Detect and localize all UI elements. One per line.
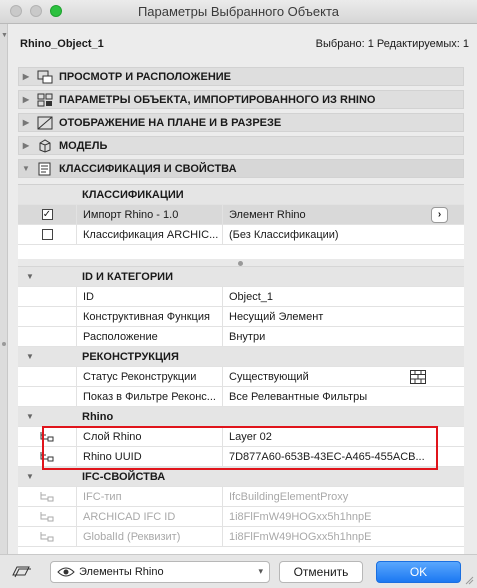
brick-wall-icon: [410, 370, 426, 384]
section-plan-section[interactable]: ▶ ОТОБРАЖЕНИЕ НА ПЛАНЕ И В РАЗРЕЗЕ: [18, 113, 464, 132]
expand-arrow-icon[interactable]: ▶: [19, 141, 33, 150]
property-value[interactable]: Существующий: [222, 367, 464, 386]
property-value[interactable]: Внутри: [222, 327, 464, 346]
property-row[interactable]: Расположение Внутри: [18, 327, 464, 347]
section-label: КЛАССИФИКАЦИЯ И СВОЙСТВА: [59, 162, 237, 175]
section-object-params[interactable]: ▶ ПАРАМЕТРЫ ОБЪЕКТА, ИМПОРТИРОВАННОГО ИЗ…: [18, 90, 464, 109]
ok-button[interactable]: OK: [376, 561, 461, 583]
group-title: ID И КАТЕГОРИИ: [82, 270, 173, 283]
expand-arrow-icon[interactable]: ▶: [19, 118, 33, 127]
property-name: Показ в Фильтре Реконс...: [76, 387, 222, 406]
section-classification[interactable]: ▼ КЛАССИФИКАЦИЯ И СВОЙСТВА: [18, 159, 464, 178]
linked-property-icon: [40, 491, 54, 501]
property-value[interactable]: Несущий Элемент: [222, 307, 464, 326]
object-params-icon: [37, 93, 53, 106]
section-label: ПРОСМОТР И РАСПОЛОЖЕНИЕ: [59, 70, 232, 83]
property-name: Конструктивная Функция: [76, 307, 222, 326]
cancel-button[interactable]: Отменить: [279, 561, 363, 583]
property-value[interactable]: Все Релевантные Фильтры: [222, 387, 464, 406]
property-value: 1i8FlFmW49HOGxx5h1hnpE: [222, 527, 464, 546]
property-group-header[interactable]: ▼ ID И КАТЕГОРИИ: [18, 267, 464, 287]
side-collapse-strip[interactable]: ▼: [0, 24, 8, 554]
resize-grip-icon[interactable]: [464, 575, 474, 585]
classification-name: Классификация ARCHIC...: [76, 225, 222, 244]
classification-checkbox[interactable]: [41, 229, 53, 240]
section-label: ПАРАМЕТРЫ ОБЪЕКТА, ИМПОРТИРОВАННОГО ИЗ R…: [59, 93, 376, 106]
title-bar: Параметры Выбранного Объекта: [0, 0, 477, 24]
property-row[interactable]: Статус Реконструкции Существующий: [18, 367, 464, 387]
plan-section-icon: [37, 116, 53, 129]
classifications-title: КЛАССИФИКАЦИИ: [82, 188, 184, 201]
eye-icon: [57, 567, 75, 577]
section-preview-position[interactable]: ▶ ПРОСМОТР И РАСПОЛОЖЕНИЕ: [18, 67, 464, 86]
property-name: Расположение: [76, 327, 222, 346]
collapse-arrow-icon[interactable]: ▼: [26, 272, 34, 281]
model-icon: [39, 138, 51, 153]
classification-properties-panel: КЛАССИФИКАЦИИ ✓ Импорт Rhino - 1.0 Элеме…: [18, 184, 464, 554]
section-label: ОТОБРАЖЕНИЕ НА ПЛАНЕ И В РАЗРЕЗЕ: [59, 116, 282, 129]
collapse-arrow-icon[interactable]: ▼: [19, 164, 33, 173]
dialog-footer: Элементы Rhino ▾ Отменить OK: [0, 554, 477, 588]
classifications-header: КЛАССИФИКАЦИИ: [18, 185, 464, 205]
section-label: МОДЕЛЬ: [59, 139, 108, 152]
property-name: IFC-тип: [76, 487, 222, 506]
classification-value[interactable]: Элемент Rhino: [222, 205, 464, 224]
panel-splitter[interactable]: [18, 259, 464, 267]
strip-handle-icon[interactable]: [2, 342, 6, 346]
property-row[interactable]: ID Object_1: [18, 287, 464, 307]
preview-position-icon: [37, 70, 53, 83]
object-name: Rhino_Object_1: [20, 38, 104, 50]
classification-checkbox[interactable]: ✓: [41, 209, 53, 220]
classification-icon: [38, 162, 51, 175]
collapse-arrow-icon[interactable]: ▼: [26, 412, 34, 421]
property-value[interactable]: Object_1: [222, 287, 464, 306]
filter-value: Элементы Rhino: [79, 566, 164, 578]
property-value: 1i8FlFmW49HOGxx5h1hnpE: [222, 507, 464, 526]
collapse-arrow-icon[interactable]: ▼: [1, 32, 8, 39]
chevron-right-button[interactable]: ›: [431, 207, 448, 223]
classification-row[interactable]: Классификация ARCHIC... (Без Классификац…: [18, 225, 464, 245]
collapse-arrow-icon[interactable]: ▼: [26, 472, 34, 481]
chevron-down-icon: ▾: [258, 566, 263, 576]
selection-info: Выбрано: 1 Редактируемых: 1: [315, 38, 469, 50]
classification-value[interactable]: (Без Классификации): [222, 225, 464, 244]
classification-row[interactable]: ✓ Импорт Rhino - 1.0 Элемент Rhino ›: [18, 205, 464, 225]
highlight-box: [42, 426, 438, 470]
property-row[interactable]: Показ в Фильтре Реконс... Все Релевантны…: [18, 387, 464, 407]
property-row[interactable]: Конструктивная Функция Несущий Элемент: [18, 307, 464, 327]
group-title: Rhino: [82, 410, 114, 423]
expand-arrow-icon[interactable]: ▶: [19, 72, 33, 81]
property-value: IfcBuildingElementProxy: [222, 487, 464, 506]
property-row: IFC-тип IfcBuildingElementProxy: [18, 487, 464, 507]
filter-dropdown[interactable]: Элементы Rhino ▾: [50, 561, 270, 583]
collapse-arrow-icon[interactable]: ▼: [26, 352, 34, 361]
property-group-header[interactable]: ▼ РЕКОНСТРУКЦИЯ: [18, 347, 464, 367]
property-name: ARCHICAD IFC ID: [76, 507, 222, 526]
property-group-header[interactable]: ▼ IFC-СВОЙСТВА: [18, 467, 464, 487]
expand-arrow-icon[interactable]: ▶: [19, 95, 33, 104]
property-name: GlobalId (Реквизит): [76, 527, 222, 546]
property-row: ARCHICAD IFC ID 1i8FlFmW49HOGxx5h1hnpE: [18, 507, 464, 527]
linked-property-icon: [40, 511, 54, 521]
favorites-icon[interactable]: [10, 563, 32, 579]
window-title: Параметры Выбранного Объекта: [137, 4, 340, 19]
property-group-header[interactable]: ▼ Rhino: [18, 407, 464, 427]
property-row: GlobalId (Реквизит) 1i8FlFmW49HOGxx5h1hn…: [18, 527, 464, 547]
splitter-handle-icon[interactable]: [238, 261, 243, 266]
section-model[interactable]: ▶ МОДЕЛЬ: [18, 136, 464, 155]
linked-property-icon: [40, 531, 54, 541]
settings-sections: ▶ ПРОСМОТР И РАСПОЛОЖЕНИЕ ▶ ПАРАМЕТРЫ ОБ…: [18, 67, 464, 182]
group-title: РЕКОНСТРУКЦИЯ: [82, 350, 179, 363]
property-name: Статус Реконструкции: [76, 367, 222, 386]
property-name: ID: [76, 287, 222, 306]
classification-name: Импорт Rhino - 1.0: [76, 205, 222, 224]
